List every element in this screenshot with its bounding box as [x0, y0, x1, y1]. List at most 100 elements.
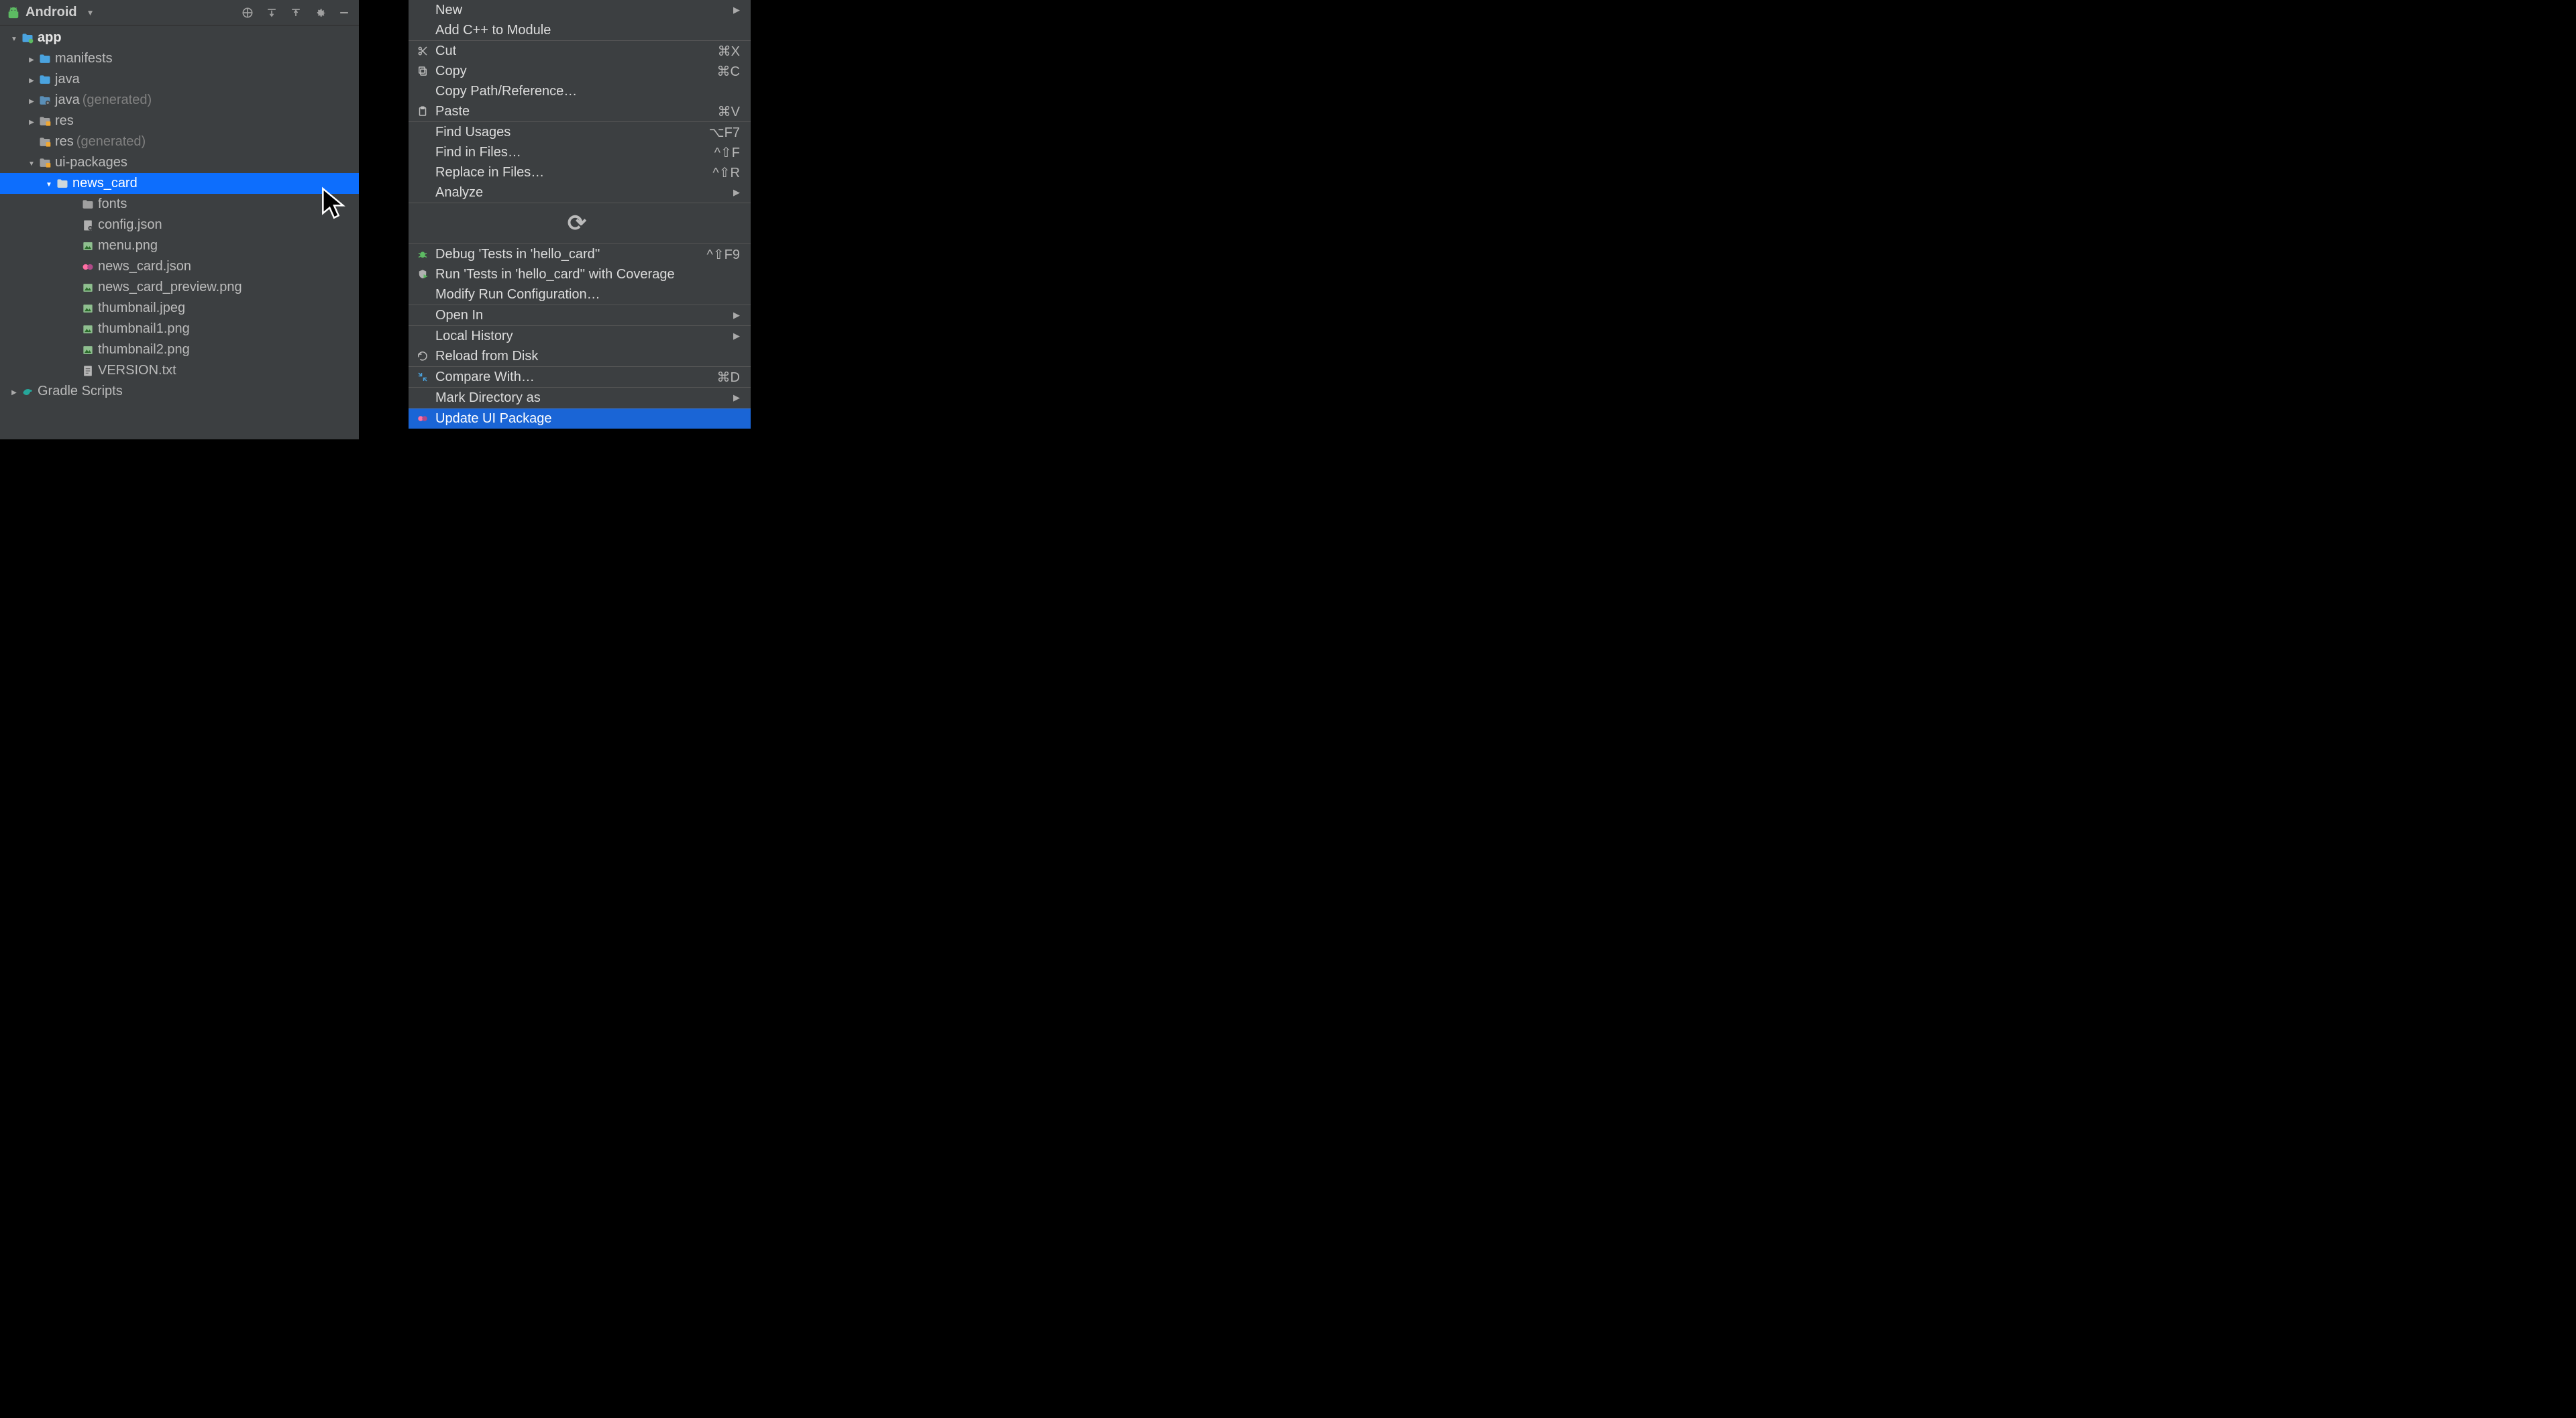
tree-label: VERSION.txt [98, 363, 176, 378]
panel-view-selector[interactable]: Android ▼ [7, 5, 239, 20]
folder-icon [55, 176, 70, 191]
menu-shortcut: ⌘X [718, 43, 740, 60]
image-file-icon [80, 322, 95, 337]
image-file-icon [80, 343, 95, 358]
menu-item-add-cpp[interactable]: Add C++ to Module [409, 20, 751, 40]
tree-item-news-card-json[interactable]: news_card.json [0, 256, 359, 277]
tree-item-res-generated[interactable]: res (generated) [0, 131, 359, 152]
expand-arrow-icon[interactable] [25, 158, 38, 168]
tree-label: config.json [98, 217, 162, 233]
menu-item-compare[interactable]: Compare With… ⌘D [409, 367, 751, 387]
menu-shortcut: ⌘V [718, 103, 740, 120]
generated-folder-icon [38, 93, 52, 108]
image-file-icon [80, 280, 95, 295]
settings-gear-icon[interactable] [312, 5, 328, 21]
tree-item-res[interactable]: res [0, 111, 359, 131]
scissors-icon [414, 45, 431, 57]
tree-label: java [55, 72, 80, 87]
tree-label: thumbnail.jpeg [98, 301, 185, 316]
hide-panel-icon[interactable] [336, 5, 352, 21]
menu-label: Mark Directory as [435, 390, 727, 406]
expand-arrow-icon[interactable] [43, 179, 55, 188]
menu-label: Find Usages [435, 125, 709, 140]
menu-item-modify-run[interactable]: Modify Run Configuration… [409, 284, 751, 305]
menu-item-mark-directory[interactable]: Mark Directory as ▶ [409, 388, 751, 408]
submenu-arrow-icon: ▶ [733, 5, 740, 15]
tree-label: manifests [55, 51, 113, 66]
collapse-all-icon[interactable] [288, 5, 304, 21]
resource-folder-icon [38, 135, 52, 150]
menu-shortcut: ^⇧R [712, 164, 740, 181]
menu-item-paste[interactable]: Paste ⌘V [409, 101, 751, 121]
menu-item-debug-tests[interactable]: Debug 'Tests in 'hello_card'' ^⇧F9 [409, 244, 751, 264]
tree-item-menu-png[interactable]: menu.png [0, 235, 359, 256]
tree-label: res [55, 134, 74, 150]
menu-item-cut[interactable]: Cut ⌘X [409, 41, 751, 61]
android-robot-icon [7, 6, 20, 19]
copy-icon [414, 65, 431, 77]
folder-icon [38, 72, 52, 87]
menu-item-find-usages[interactable]: Find Usages ⌥F7 [409, 122, 751, 142]
expand-arrow-icon[interactable] [8, 387, 20, 396]
image-file-icon [80, 239, 95, 254]
tree-item-news-card-preview[interactable]: news_card_preview.png [0, 277, 359, 298]
menu-shortcut: ⌘C [717, 63, 740, 80]
menu-item-new[interactable]: New ▶ [409, 0, 751, 20]
menu-item-analyze[interactable]: Analyze ▶ [409, 182, 751, 203]
menu-item-reload[interactable]: Reload from Disk [409, 346, 751, 366]
tree-hint: (generated) [83, 93, 152, 108]
folder-icon [38, 52, 52, 66]
menu-label: Replace in Files… [435, 165, 712, 180]
menu-item-replace-in-files[interactable]: Replace in Files… ^⇧R [409, 162, 751, 182]
expand-arrow-icon[interactable] [8, 34, 20, 43]
menu-item-open-in[interactable]: Open In ▶ [409, 305, 751, 325]
tree-label: res [55, 113, 74, 129]
menu-shortcut: ⌘D [717, 369, 740, 386]
tree-item-gradle-scripts[interactable]: Gradle Scripts [0, 381, 359, 402]
menu-loading-spinner: ⟳ [409, 203, 751, 243]
chevron-down-icon: ▼ [87, 8, 95, 17]
tree-hint: (generated) [76, 134, 146, 150]
tree-item-thumbnail2-png[interactable]: thumbnail2.png [0, 339, 359, 360]
menu-item-run-coverage[interactable]: Run 'Tests in 'hello_card'' with Coverag… [409, 264, 751, 284]
menu-item-local-history[interactable]: Local History ▶ [409, 326, 751, 346]
expand-all-icon[interactable] [264, 5, 280, 21]
menu-item-find-in-files[interactable]: Find in Files… ^⇧F [409, 142, 751, 162]
tree-label: thumbnail2.png [98, 342, 190, 358]
tree-item-manifests[interactable]: manifests [0, 48, 359, 69]
tree-label: news_card.json [98, 259, 191, 274]
menu-item-update-ui-package[interactable]: Update UI Package [409, 408, 751, 429]
expand-arrow-icon[interactable] [25, 54, 38, 64]
tree-label: menu.png [98, 238, 158, 254]
expand-arrow-icon[interactable] [25, 117, 38, 126]
panel-title: Android [25, 5, 77, 20]
select-opened-file-icon[interactable] [239, 5, 256, 21]
tree-item-config-json[interactable]: config.json [0, 215, 359, 235]
menu-label: Open In [435, 308, 727, 323]
tree-item-version-txt[interactable]: VERSION.txt [0, 360, 359, 381]
tree-item-news-card[interactable]: news_card [0, 173, 359, 194]
menu-label: Add C++ to Module [435, 23, 740, 38]
menu-label: Cut [435, 44, 718, 59]
compare-icon [414, 371, 431, 383]
tree-item-app[interactable]: app [0, 28, 359, 48]
tree-item-thumbnail1-png[interactable]: thumbnail1.png [0, 319, 359, 339]
menu-shortcut: ^⇧F9 [707, 246, 740, 263]
submenu-arrow-icon: ▶ [733, 392, 740, 403]
expand-arrow-icon[interactable] [25, 96, 38, 105]
tree-item-ui-packages[interactable]: ui-packages [0, 152, 359, 173]
menu-label: New [435, 3, 727, 18]
tree-item-java-generated[interactable]: java (generated) [0, 90, 359, 111]
menu-item-copy[interactable]: Copy ⌘C [409, 61, 751, 81]
tree-item-java[interactable]: java [0, 69, 359, 90]
menu-label: Local History [435, 329, 727, 344]
text-file-icon [80, 364, 95, 378]
ui-package-file-icon [80, 260, 95, 274]
reload-icon [414, 350, 431, 362]
expand-arrow-icon[interactable] [25, 75, 38, 85]
tree-item-thumbnail-jpeg[interactable]: thumbnail.jpeg [0, 298, 359, 319]
spinner-icon: ⟳ [568, 210, 587, 237]
menu-item-copy-path[interactable]: Copy Path/Reference… [409, 81, 751, 101]
tree-item-fonts[interactable]: fonts [0, 194, 359, 215]
submenu-arrow-icon: ▶ [733, 331, 740, 341]
